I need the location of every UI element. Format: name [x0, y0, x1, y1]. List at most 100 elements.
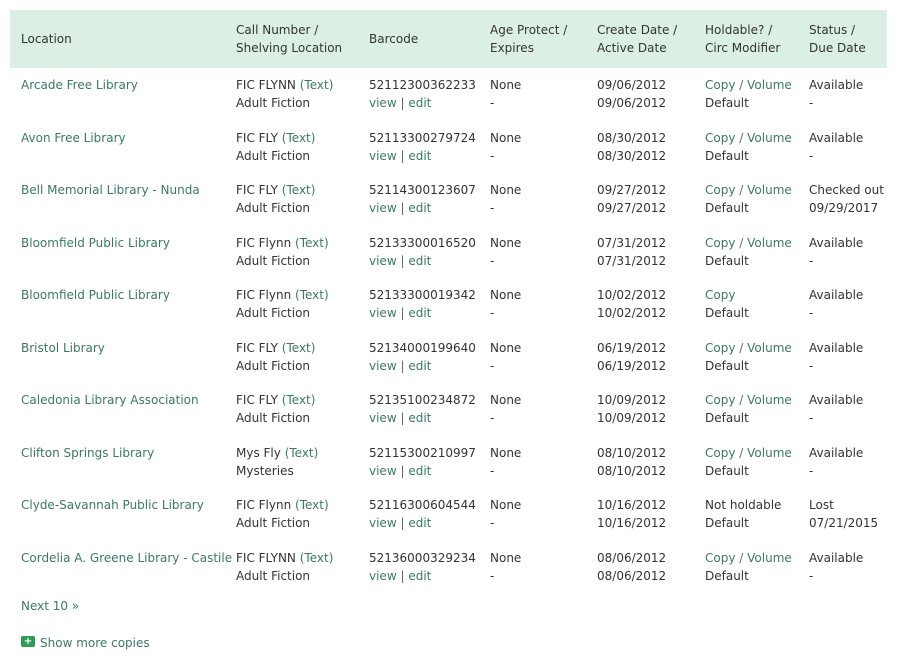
copy-hold-link[interactable]: Copy: [705, 446, 735, 460]
edit-link[interactable]: edit: [408, 359, 431, 373]
edit-link[interactable]: edit: [408, 411, 431, 425]
text-link[interactable]: (Text): [295, 236, 329, 250]
location-link[interactable]: Bloomfield Public Library: [21, 236, 170, 250]
volume-hold-link[interactable]: Volume: [747, 393, 792, 407]
copy-hold-link[interactable]: Copy: [705, 551, 735, 565]
copy-hold-link[interactable]: Copy: [705, 236, 735, 250]
create-date: 07/31/2012: [597, 235, 667, 250]
volume-hold-link[interactable]: Volume: [747, 131, 792, 145]
volume-hold-link[interactable]: Volume: [747, 446, 792, 460]
volume-hold-link[interactable]: Volume: [747, 236, 792, 250]
text-link[interactable]: (Text): [300, 551, 334, 565]
expires: -: [490, 306, 495, 320]
age-protect: None: [490, 445, 522, 460]
text-link[interactable]: (Text): [285, 446, 319, 460]
text-link[interactable]: (Text): [300, 78, 334, 92]
volume-hold-link[interactable]: Volume: [747, 183, 792, 197]
view-link[interactable]: view: [369, 411, 397, 425]
edit-link[interactable]: edit: [408, 516, 431, 530]
copy-hold-link[interactable]: Copy: [705, 393, 735, 407]
pager: Next 10 »: [21, 599, 79, 613]
table-row: Clifton Springs Library Mys Fly (Text) M…: [10, 436, 887, 489]
expires: -: [490, 201, 495, 215]
edit-link[interactable]: edit: [408, 96, 431, 110]
text-link[interactable]: (Text): [282, 341, 316, 355]
due-date: -: [809, 568, 814, 583]
copy-hold-link[interactable]: Copy: [705, 341, 735, 355]
location-link[interactable]: Bristol Library: [21, 341, 105, 355]
dates-cell: 08/30/2012 08/30/2012: [586, 121, 694, 174]
show-more-copies-link[interactable]: Show more copies: [40, 636, 150, 650]
location-link[interactable]: Cordelia A. Greene Library - Castile: [21, 551, 232, 565]
location-link[interactable]: Arcade Free Library: [21, 78, 138, 92]
shelving-location: Adult Fiction: [236, 148, 311, 163]
volume-hold-link[interactable]: Volume: [747, 551, 792, 565]
volume-hold-link[interactable]: Volume: [747, 341, 792, 355]
view-link[interactable]: view: [369, 254, 397, 268]
location-link[interactable]: Avon Free Library: [21, 131, 126, 145]
view-link[interactable]: view: [369, 306, 397, 320]
edit-link[interactable]: edit: [408, 306, 431, 320]
table-row: Bloomfield Public Library FIC Flynn (Tex…: [10, 226, 887, 279]
edit-link[interactable]: edit: [408, 464, 431, 478]
next-page-link[interactable]: Next 10 »: [21, 599, 79, 613]
view-link[interactable]: view: [369, 359, 397, 373]
location-cell: Caledonia Library Association: [10, 383, 225, 436]
text-link[interactable]: (Text): [295, 288, 329, 302]
copy-hold-link[interactable]: Copy: [705, 288, 735, 302]
edit-link[interactable]: edit: [408, 149, 431, 163]
view-link[interactable]: view: [369, 201, 397, 215]
status-cell: Lost 07/21/2015: [798, 488, 887, 541]
shelving-location: Adult Fiction: [236, 568, 311, 583]
text-link[interactable]: (Text): [282, 183, 316, 197]
barcode-cell: 52113300279724 view | edit: [358, 121, 479, 174]
view-link[interactable]: view: [369, 149, 397, 163]
dates-cell: 09/27/2012 09/27/2012: [586, 173, 694, 226]
table-row: Avon Free Library FIC FLY (Text) Adult F…: [10, 121, 887, 174]
age-protect: None: [490, 235, 522, 250]
table-row: Cordelia A. Greene Library - Castile FIC…: [10, 541, 887, 594]
separator: /: [739, 130, 744, 145]
show-more-copies[interactable]: + Show more copies: [21, 635, 150, 650]
volume-hold-link[interactable]: Volume: [747, 78, 792, 92]
location-link[interactable]: Clifton Springs Library: [21, 446, 154, 460]
location-link[interactable]: Clyde-Savannah Public Library: [21, 498, 204, 512]
active-date: 10/16/2012: [597, 516, 667, 530]
expires: -: [490, 411, 495, 425]
shelving-location: Adult Fiction: [236, 201, 311, 215]
location-link[interactable]: Bell Memorial Library - Nunda: [21, 183, 200, 197]
view-link[interactable]: view: [369, 96, 397, 110]
barcode: 52134000199640: [369, 340, 476, 355]
copy-hold-link[interactable]: Copy: [705, 131, 735, 145]
location-link[interactable]: Bloomfield Public Library: [21, 288, 170, 302]
view-link[interactable]: view: [369, 516, 397, 530]
location-cell: Cordelia A. Greene Library - Castile: [10, 541, 232, 594]
plus-icon[interactable]: +: [21, 635, 35, 647]
text-link[interactable]: (Text): [295, 498, 329, 512]
separator: /: [739, 183, 744, 197]
expires: -: [490, 568, 495, 583]
text-link[interactable]: (Text): [282, 393, 316, 407]
call-number-cell: Mys Fly (Text) Mysteries: [225, 436, 358, 489]
edit-link[interactable]: edit: [408, 569, 431, 583]
copy-hold-link[interactable]: Copy: [705, 183, 735, 197]
circ-modifier: Default: [705, 516, 749, 530]
edit-link[interactable]: edit: [408, 254, 431, 268]
table-header: Location Call Number / Shelving Location …: [10, 10, 887, 68]
barcode-cell: 52112300362233 view | edit: [358, 68, 479, 121]
view-link[interactable]: view: [369, 569, 397, 583]
table-row: Bloomfield Public Library FIC Flynn (Tex…: [10, 278, 887, 331]
table-row: Arcade Free Library FIC FLYNN (Text) Adu…: [10, 68, 887, 121]
view-link[interactable]: view: [369, 464, 397, 478]
status: Available: [809, 550, 864, 565]
call-number-cell: FIC FLY (Text) Adult Fiction: [225, 383, 358, 436]
copy-hold-link[interactable]: Copy: [705, 78, 735, 92]
edit-link[interactable]: edit: [408, 201, 431, 215]
text-link[interactable]: (Text): [282, 131, 316, 145]
separator: |: [400, 201, 405, 215]
circ-modifier: Default: [705, 253, 749, 268]
dates-cell: 08/06/2012 08/06/2012: [586, 541, 694, 594]
location-link[interactable]: Caledonia Library Association: [21, 393, 199, 407]
call-number-cell: FIC FLY (Text) Adult Fiction: [225, 121, 358, 174]
active-date: 06/19/2012: [597, 358, 667, 373]
